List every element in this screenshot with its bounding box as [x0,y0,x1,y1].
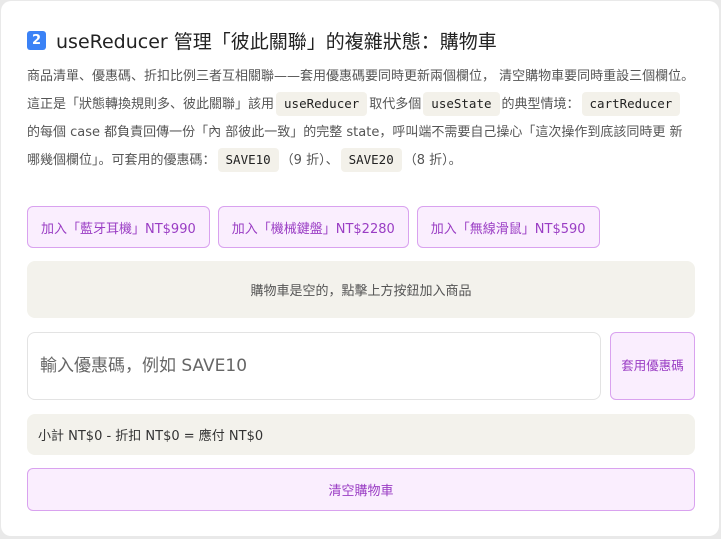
description: 商品清單、優惠碼、折扣比例三者互相關聯——套用優惠碼要同時更新兩個欄位， 清空購… [27,63,695,175]
price-summary-text: 小計 NT$0 - 折扣 NT$0 = 應付 NT$0 [38,429,264,444]
cart-card: 2 useReducer 管理「彼此關聯」的複雜狀態：購物車 商品清單、優惠碼、… [1,1,719,536]
add-wireless-mouse-button[interactable]: 加入「無線滑鼠」NT$590 [416,206,600,248]
apply-coupon-button[interactable]: 套用優惠碼 [610,332,695,400]
page-title: 2 useReducer 管理「彼此關聯」的複雜狀態：購物車 [27,27,497,53]
description-text-2: 取代多個 [369,97,422,112]
add-bluetooth-earphones-button[interactable]: 加入「藍牙耳機」NT$990 [27,206,210,248]
step-number-badge: 2 [27,30,46,50]
code-save20: SAVE20 [340,148,402,172]
description-text-3: 的典型情境： [501,97,580,112]
code-cart-reducer: cartReducer [581,92,681,116]
code-use-state: useState [423,92,500,116]
product-buttons: 加入「藍牙耳機」NT$990 加入「機械鍵盤」NT$2280 加入「無線滑鼠」N… [27,206,600,248]
code-use-reducer: useReducer [276,92,368,116]
page-title-text: useReducer 管理「彼此關聯」的複雜狀態：購物車 [56,30,497,53]
description-text-6: （8 折）。 [403,153,462,168]
cart-empty-message: 購物車是空的，點擊上方按鈕加入商品 [250,284,472,299]
code-save10: SAVE10 [217,148,279,172]
clear-cart-button[interactable]: 清空購物車 [27,468,695,511]
price-summary: 小計 NT$0 - 折扣 NT$0 = 應付 NT$0 [27,414,695,455]
coupon-input[interactable] [27,332,601,400]
cart-empty-state: 購物車是空的，點擊上方按鈕加入商品 [27,261,695,318]
description-text-5: （9 折）、 [280,153,339,168]
add-mechanical-keyboard-button[interactable]: 加入「機械鍵盤」NT$2280 [217,206,409,248]
